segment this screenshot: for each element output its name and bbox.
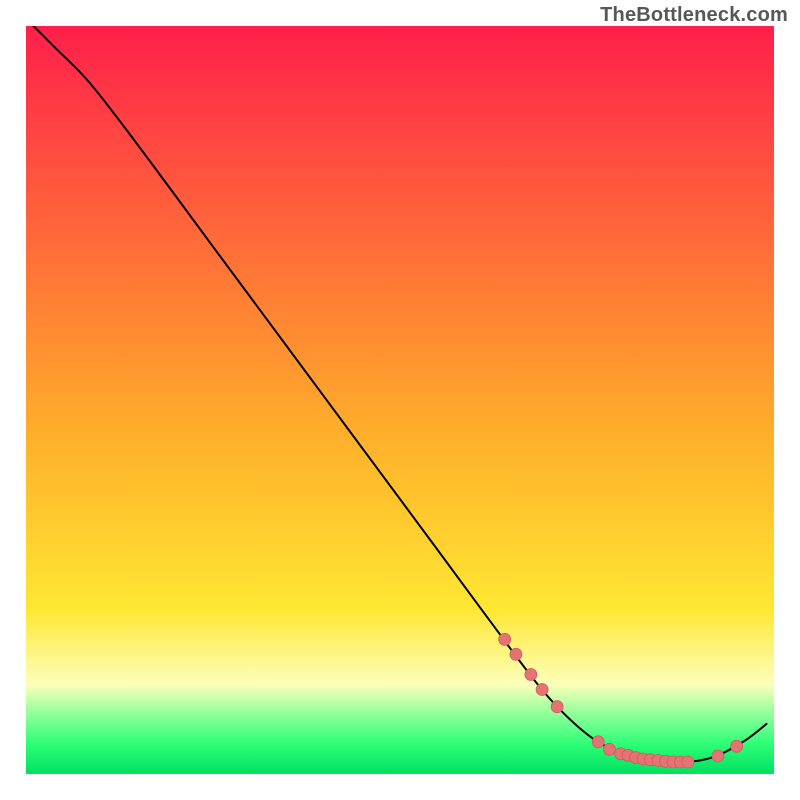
gradient-background [26, 26, 774, 774]
curve-marker [510, 648, 522, 660]
curve-marker [525, 669, 537, 681]
plot-area [26, 26, 774, 774]
curve-marker [592, 736, 604, 748]
watermark-text: TheBottleneck.com [600, 4, 788, 27]
curve-marker [536, 684, 548, 696]
curve-marker [712, 750, 724, 762]
curve-marker [603, 743, 615, 755]
curve-marker [551, 701, 563, 713]
chart-svg [26, 26, 774, 774]
curve-marker [682, 756, 694, 768]
curve-marker [499, 633, 511, 645]
chart-stage: TheBottleneck.com [0, 0, 800, 800]
curve-marker [731, 740, 743, 752]
